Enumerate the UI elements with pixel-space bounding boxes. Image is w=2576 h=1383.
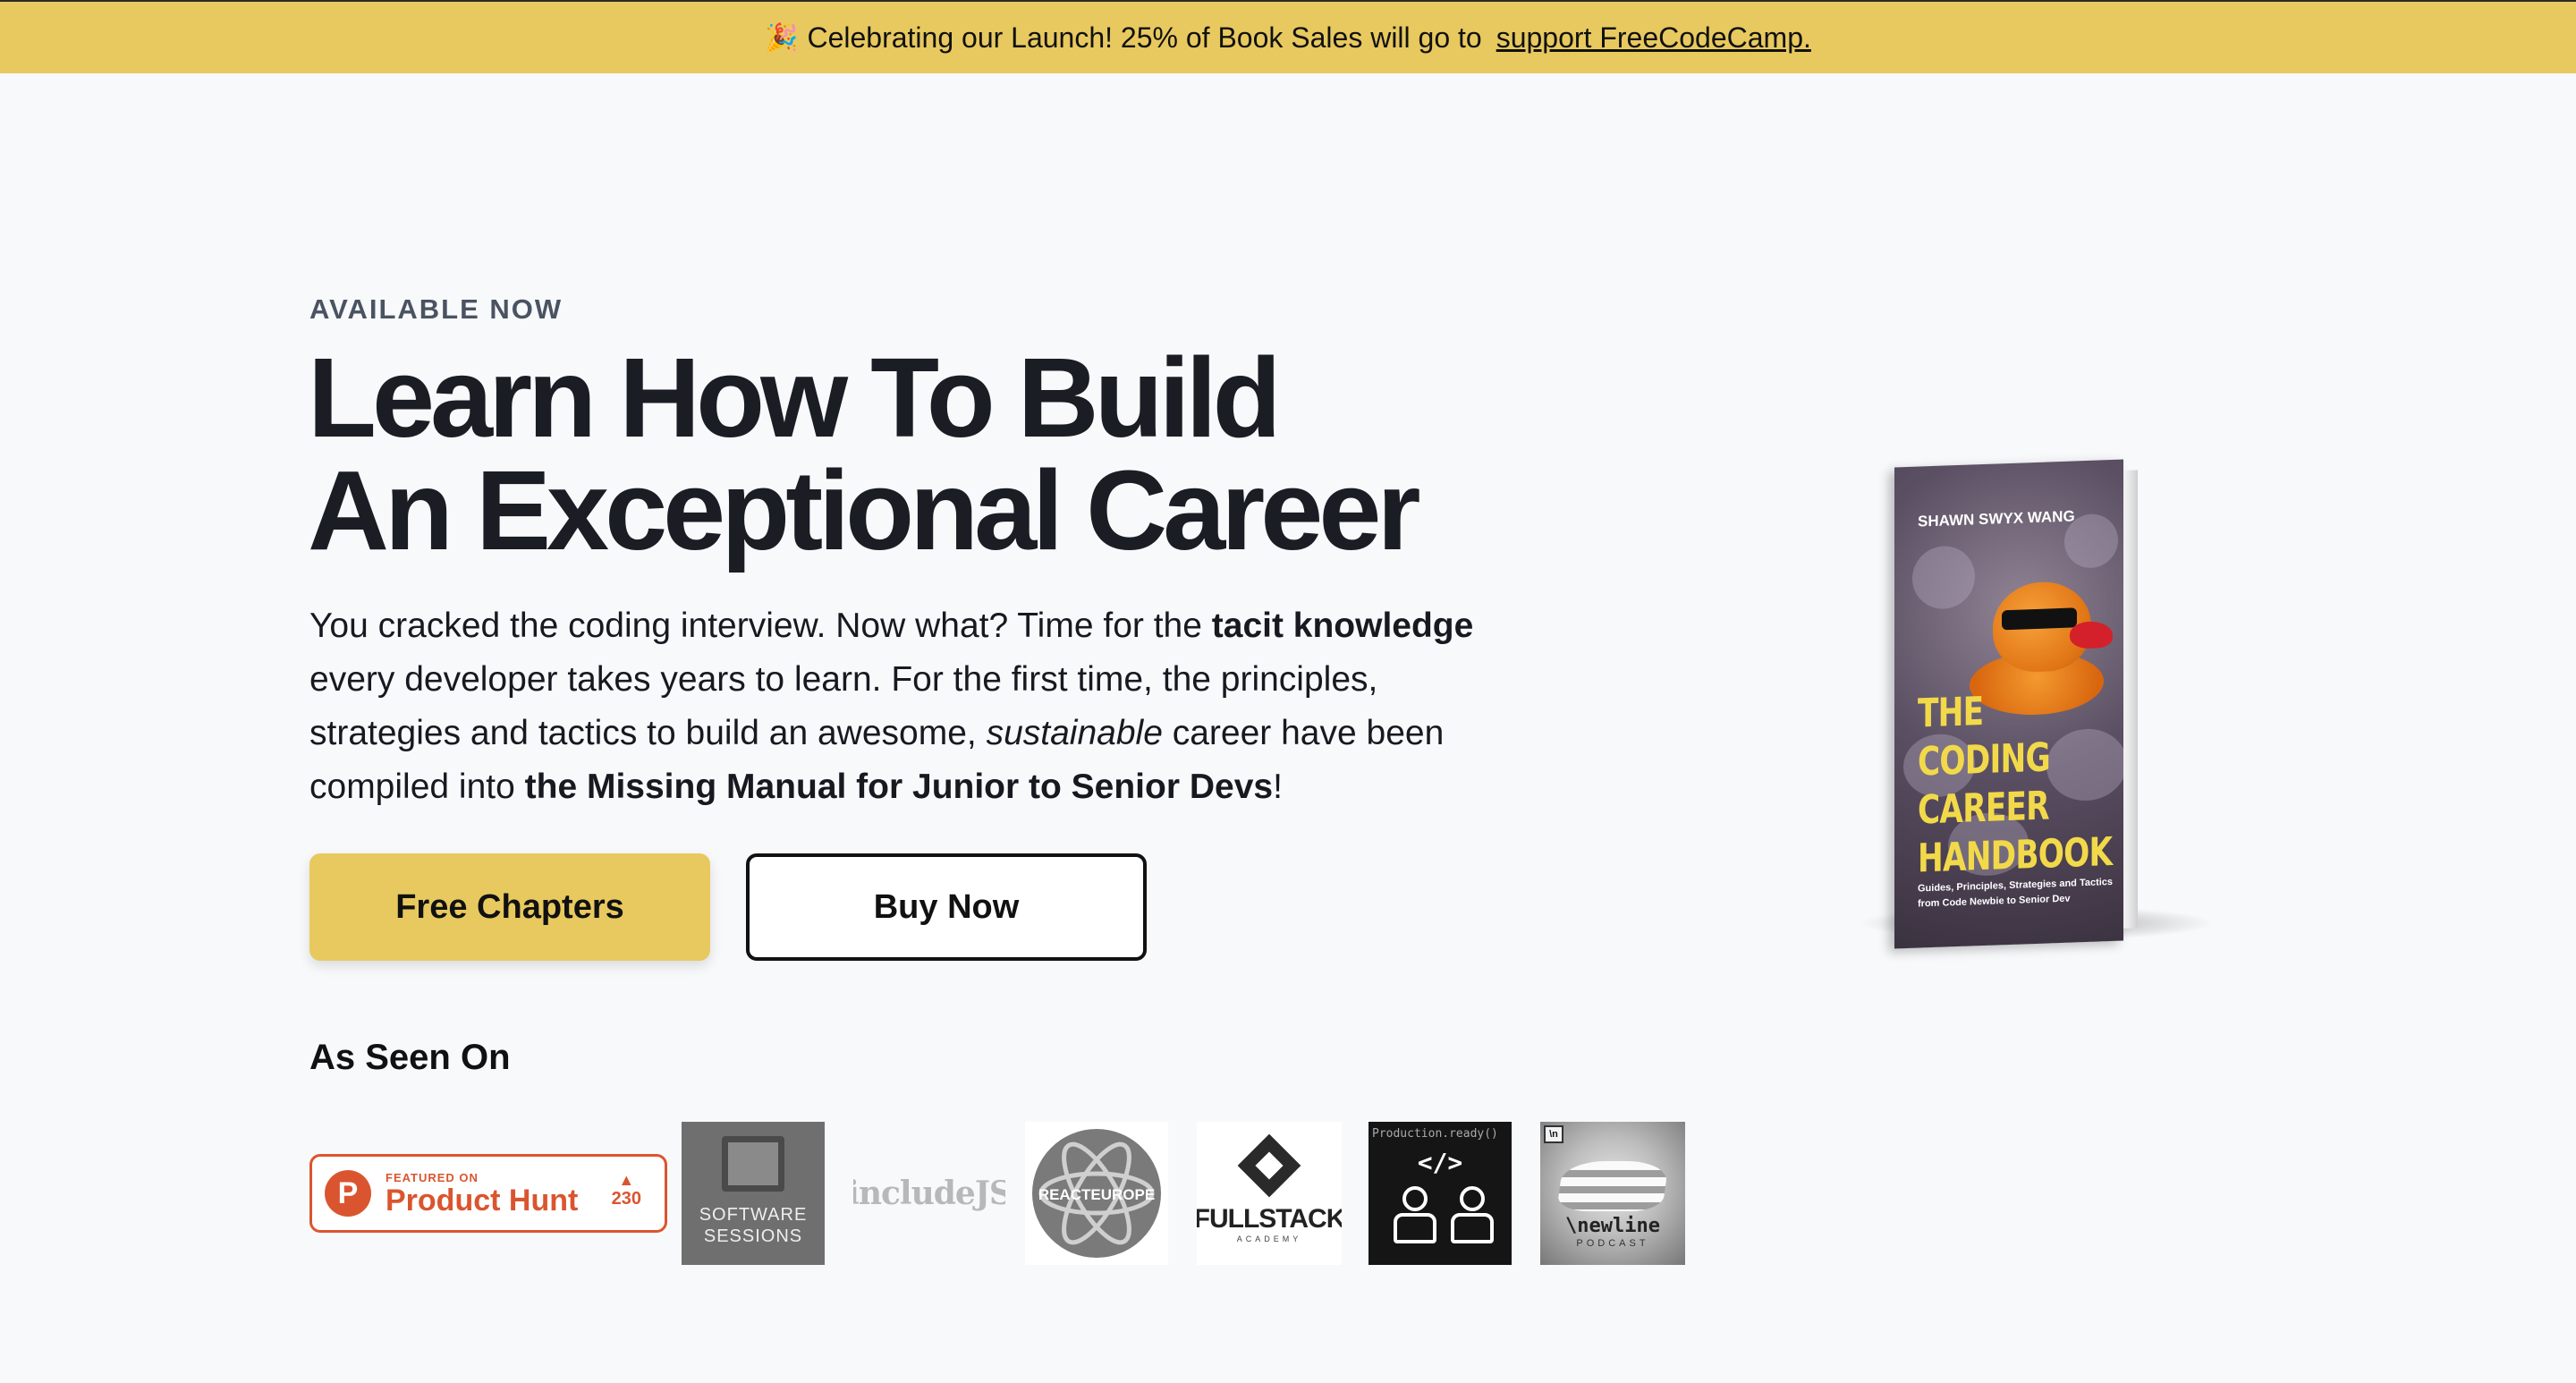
freecodecamp-link[interactable]: support FreeCodeCamp.: [1496, 21, 1811, 55]
includejs-logo[interactable]: includeJS: [853, 1122, 1005, 1265]
producthunt-icon: P: [325, 1170, 371, 1217]
headline-line-1: Learn How To Build: [308, 335, 1282, 461]
sunglasses-icon: [2002, 607, 2077, 631]
producthunt-badge[interactable]: P FEATURED ON Product Hunt ▲ 230: [309, 1154, 667, 1233]
producthunt-votes: ▲ 230: [612, 1171, 641, 1209]
book-title: THE CODING CAREER HANDBOOK: [1918, 683, 2112, 884]
book-title-line: CODING: [1918, 734, 2050, 785]
duck-beak: [2070, 620, 2113, 649]
party-icon: 🎉: [765, 22, 799, 53]
upvote-icon: ▲: [618, 1171, 635, 1189]
person-icon: [1449, 1186, 1494, 1243]
newline-name: \newline: [1565, 1215, 1660, 1237]
desc-text-4: !: [1273, 768, 1283, 806]
producthunt-name: Product Hunt: [386, 1183, 579, 1218]
producthunt-text: FEATURED ON Product Hunt: [386, 1171, 578, 1217]
book-cover-image: SHAWN SWYX WANG THE CODING CAREER HANDBO…: [1853, 458, 2229, 968]
fullstack-mark-icon: [1237, 1133, 1301, 1198]
book-author: SHAWN SWYX WANG: [1918, 507, 2075, 530]
desc-bold-1: tacit knowledge: [1211, 607, 1474, 645]
free-chapters-button[interactable]: Free Chapters: [309, 853, 710, 961]
code-icon: </>: [1417, 1148, 1463, 1177]
desc-text-1: You cracked the coding interview. Now wh…: [309, 607, 1212, 645]
headline-line-2: An Exceptional Career: [308, 447, 1420, 573]
hero-description: You cracked the coding interview. Now wh…: [309, 599, 1526, 814]
person-icon: [1392, 1186, 1436, 1243]
book-cover: SHAWN SWYX WANG THE CODING CAREER HANDBO…: [1894, 459, 2123, 949]
production-ready-title: Production.ready(): [1372, 1127, 1498, 1141]
vote-count: 230: [611, 1189, 641, 1209]
newline-sub: PODCAST: [1576, 1238, 1649, 1249]
book-title-line: THE: [1918, 689, 1984, 737]
cover-blob: [1912, 545, 1975, 610]
software-sessions-line2: SESSIONS: [703, 1226, 803, 1246]
newline-corner-icon: \n: [1544, 1125, 1563, 1143]
headline-line-2-wrap: An Exceptional Career: [308, 454, 1420, 567]
banner-text: Celebrating our Launch! 25% of Book Sale…: [807, 21, 1482, 54]
availability-label: AVAILABLE NOW: [309, 293, 564, 325]
fullstack-sub: ACADEMY: [1236, 1235, 1302, 1243]
as-seen-on-heading: As Seen On: [309, 1038, 511, 1077]
reacteurope-text: REACTEUROPE: [1038, 1186, 1155, 1203]
producthunt-featured-label: FEATURED ON: [386, 1170, 479, 1184]
atom-icon: REACTEUROPE: [1032, 1129, 1161, 1258]
newline-stripes-icon: [1556, 1161, 1669, 1211]
software-sessions-logo[interactable]: SOFTWARE SESSIONS: [682, 1122, 825, 1265]
reacteurope-logo[interactable]: REACTEUROPE: [1025, 1122, 1168, 1265]
buy-now-button[interactable]: Buy Now: [746, 853, 1147, 961]
book-title-line: CAREER: [1918, 783, 2049, 834]
desc-bold-2: the Missing Manual for Junior to Senior …: [524, 768, 1274, 806]
computer-icon: [722, 1136, 784, 1192]
book-tagline: Guides, Principles, Strategies and Tacti…: [1918, 876, 2114, 910]
fullstack-academy-logo[interactable]: FULLSTACK ACADEMY: [1197, 1122, 1342, 1265]
newline-podcast-logo[interactable]: \n \newline PODCAST: [1540, 1122, 1685, 1265]
desc-italic: sustainable: [986, 714, 1163, 752]
page-title: Learn How To Build An Exceptional Career: [308, 342, 1560, 567]
announcement-banner: 🎉 Celebrating our Launch! 25% of Book Sa…: [0, 0, 2576, 73]
people-icon: [1368, 1186, 1512, 1243]
production-ready-logo[interactable]: Production.ready() </>: [1368, 1122, 1512, 1265]
software-sessions-line1: SOFTWARE: [699, 1205, 808, 1225]
fullstack-name: FULLSTACK: [1197, 1204, 1342, 1234]
